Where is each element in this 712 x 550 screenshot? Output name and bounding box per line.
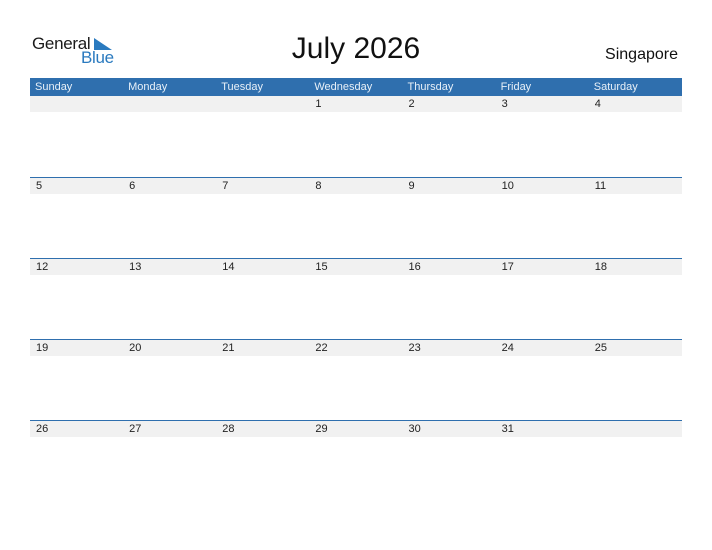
week-row: 1 2 3 4 <box>30 96 682 177</box>
day-cell: 15 <box>315 261 328 273</box>
weekday-saturday: Saturday <box>593 81 638 93</box>
week-row: 19 20 21 22 23 24 25 <box>30 339 682 420</box>
day-cell: 1 <box>315 98 322 110</box>
day-cell: 24 <box>501 342 514 354</box>
day-cell: 16 <box>408 261 421 273</box>
day-cell: 20 <box>129 342 142 354</box>
date-row: 19 20 21 22 23 24 25 <box>30 340 682 356</box>
date-row: 1 2 3 4 <box>30 96 682 112</box>
day-cell: 12 <box>36 261 49 273</box>
day-cell: 21 <box>222 342 235 354</box>
day-cell: 6 <box>129 180 136 192</box>
day-cell: 28 <box>222 423 235 435</box>
day-cell: 5 <box>36 180 43 192</box>
day-cell: 13 <box>129 261 142 273</box>
day-cell: 18 <box>594 261 607 273</box>
day-cell: 10 <box>501 180 514 192</box>
day-cell: 8 <box>315 180 322 192</box>
week-row: 12 13 14 15 16 17 18 <box>30 258 682 339</box>
date-row: 12 13 14 15 16 17 18 <box>30 259 682 275</box>
weekday-wednesday: Wednesday <box>314 81 373 93</box>
day-cell <box>589 421 682 437</box>
day-cell: 29 <box>315 423 328 435</box>
day-cell: 3 <box>501 98 508 110</box>
country-label: Singapore <box>605 46 678 63</box>
day-cell: 14 <box>222 261 235 273</box>
weekday-sunday: Sunday <box>35 81 73 93</box>
weekday-friday: Friday <box>500 81 532 93</box>
day-cell: 11 <box>594 180 607 192</box>
weekday-monday: Monday <box>128 81 168 93</box>
day-cell: 2 <box>408 98 415 110</box>
day-cell: 19 <box>36 342 49 354</box>
weekday-tuesday: Tuesday <box>221 81 264 93</box>
day-cell: 25 <box>594 342 607 354</box>
weekday-header: Sunday Monday Tuesday Wednesday Thursday… <box>30 78 682 96</box>
weekday-thursday: Thursday <box>407 81 454 93</box>
day-cell <box>30 96 123 112</box>
day-cell: 9 <box>408 180 415 192</box>
day-cell: 23 <box>408 342 421 354</box>
day-cell: 26 <box>36 423 49 435</box>
date-row: 26 27 28 29 30 31 <box>30 421 682 437</box>
day-cell: 7 <box>222 180 229 192</box>
week-row: 26 27 28 29 30 31 <box>30 420 682 501</box>
week-row: 5 6 7 8 9 10 11 <box>30 177 682 258</box>
day-cell: 17 <box>501 261 514 273</box>
day-cell: 30 <box>408 423 421 435</box>
day-cell: 31 <box>501 423 514 435</box>
day-cell: 22 <box>315 342 328 354</box>
date-row: 5 6 7 8 9 10 11 <box>30 178 682 194</box>
day-cell: 27 <box>129 423 142 435</box>
day-cell: 4 <box>594 98 601 110</box>
day-cell <box>123 96 216 112</box>
day-cell <box>216 96 309 112</box>
